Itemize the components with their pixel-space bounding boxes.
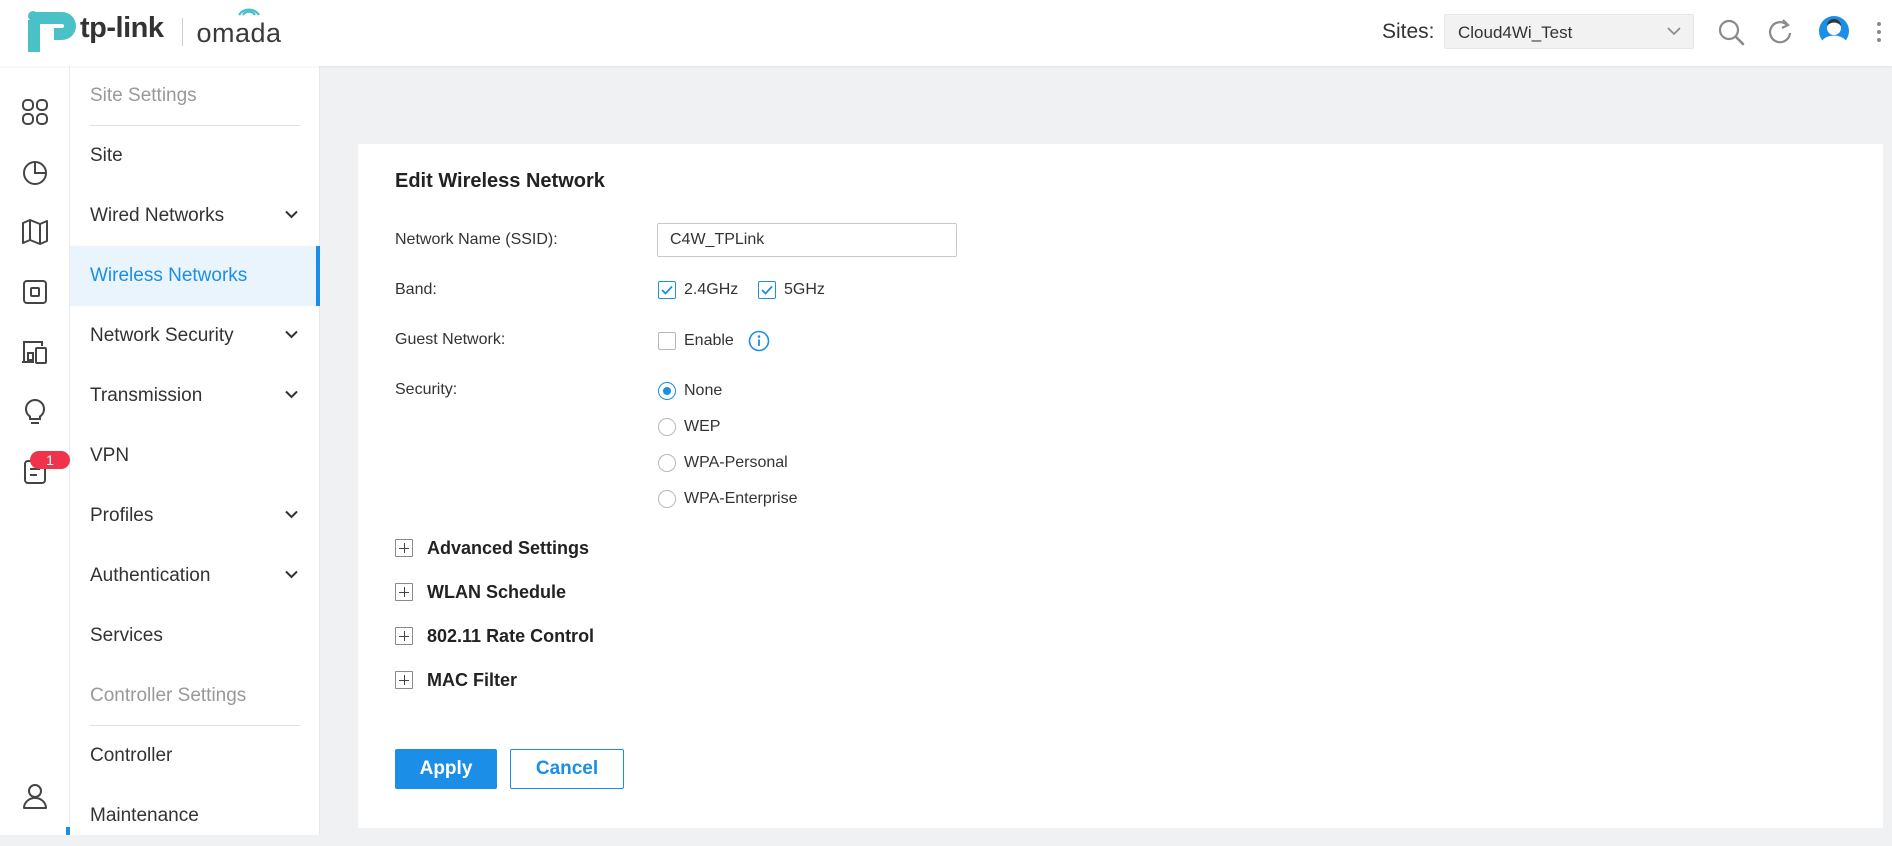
clients-icon[interactable] [20, 337, 50, 367]
cancel-button[interactable]: Cancel [510, 749, 624, 789]
edit-wireless-network-card: Edit Wireless Network Network Name (SSID… [358, 144, 1883, 828]
menu-item-vpn[interactable]: VPN [70, 426, 320, 486]
security-option-label[interactable]: WPA-Enterprise [684, 490, 798, 508]
menu-item-transmission[interactable]: Transmission [70, 366, 320, 426]
menu-section-label: Site Settings [90, 85, 197, 106]
menu-item-label: Profiles [90, 505, 154, 526]
menu-item-wireless-networks[interactable]: Wireless Networks [70, 246, 320, 306]
logo-product: omada [196, 8, 282, 48]
section-label: MAC Filter [427, 669, 517, 690]
sites-label: Sites: [1382, 20, 1435, 43]
logo-divider [181, 18, 183, 46]
security-option-label[interactable]: None [684, 382, 722, 400]
menu-item-label: Transmission [90, 385, 203, 406]
user-avatar-icon[interactable] [1818, 15, 1850, 47]
chevron-down-icon [285, 210, 298, 219]
chevron-down-icon [285, 330, 298, 339]
security-label: Security: [395, 381, 458, 398]
ssid-label: Network Name (SSID): [395, 231, 558, 248]
statistics-icon[interactable] [20, 157, 50, 187]
menu-item-label: VPN [90, 445, 130, 466]
section-label: 802.11 Rate Control [427, 625, 595, 646]
advanced-settings-toggle[interactable]: Advanced Settings [395, 537, 589, 559]
ssid-input[interactable] [657, 223, 957, 257]
logo-product-text: omada [196, 17, 282, 48]
icon-navigation-bar: 1 [0, 66, 70, 835]
menu-item-label: Wireless Networks [90, 265, 248, 286]
expand-plus-icon [395, 671, 413, 689]
security-none-radio[interactable] [658, 382, 676, 400]
top-header: tp-link omada Sites: Cloud4Wi_Test [0, 0, 1892, 66]
security-wpa-enterprise-radio[interactable] [658, 490, 676, 508]
wlan-schedule-toggle[interactable]: WLAN Schedule [395, 581, 566, 603]
menu-section-label: Controller Settings [90, 685, 247, 706]
chevron-down-icon [285, 510, 298, 519]
notification-badge[interactable]: 1 [30, 451, 70, 469]
section-label: Advanced Settings [427, 537, 590, 558]
tp-link-omada-logo[interactable]: tp-link omada [22, 6, 282, 58]
expand-plus-icon [395, 627, 413, 645]
insight-icon[interactable] [20, 397, 50, 427]
chevron-down-icon [285, 390, 298, 399]
menu-section-site-settings: Site Settings [70, 66, 320, 126]
checkmark-icon [661, 285, 673, 295]
page-title: Edit Wireless Network [395, 170, 605, 192]
checkmark-icon [761, 285, 773, 295]
chevron-down-icon [285, 570, 298, 579]
menu-item-network-security[interactable]: Network Security [70, 306, 320, 366]
settings-side-menu: Site Settings Site Wired Networks Wirele… [70, 66, 320, 835]
expand-plus-icon [395, 583, 413, 601]
search-icon[interactable] [1716, 17, 1746, 47]
band-label: Band: [395, 281, 437, 298]
mac-filter-toggle[interactable]: MAC Filter [395, 669, 517, 691]
section-label: WLAN Schedule [427, 581, 567, 602]
omada-signal-icon [237, 8, 260, 16]
info-icon[interactable] [748, 330, 770, 352]
band-5ghz-checkbox[interactable] [758, 281, 776, 299]
menu-item-label: Maintenance [90, 805, 199, 826]
sites-selected-value: Cloud4Wi_Test [1458, 23, 1573, 42]
apply-button[interactable]: Apply [395, 749, 497, 789]
sites-dropdown[interactable]: Cloud4Wi_Test [1444, 14, 1694, 49]
guest-network-label: Guest Network: [395, 331, 506, 348]
menu-item-wired-networks[interactable]: Wired Networks [70, 186, 320, 246]
security-option-label[interactable]: WPA-Personal [684, 454, 788, 472]
more-vertical-icon[interactable] [1874, 17, 1884, 47]
menu-section-controller-settings: Controller Settings [70, 666, 320, 726]
refresh-icon[interactable] [1765, 17, 1795, 47]
map-icon[interactable] [20, 217, 50, 247]
band-5ghz-label[interactable]: 5GHz [784, 281, 825, 299]
band-2-4ghz-label[interactable]: 2.4GHz [684, 281, 738, 299]
band-2-4ghz-checkbox[interactable] [658, 281, 676, 299]
chevron-down-icon [1667, 27, 1681, 36]
devices-icon[interactable] [20, 277, 50, 307]
menu-item-authentication[interactable]: Authentication [70, 546, 320, 606]
menu-item-label: Site [90, 145, 123, 166]
logo-brand-text: tp-link [80, 11, 164, 44]
menu-item-maintenance[interactable]: Maintenance [70, 786, 320, 846]
menu-item-controller[interactable]: Controller [70, 726, 320, 786]
account-icon[interactable] [20, 781, 50, 811]
guest-network-enable-label[interactable]: Enable [684, 332, 734, 350]
menu-item-site[interactable]: Site [70, 126, 320, 186]
guest-network-checkbox[interactable] [658, 332, 676, 350]
security-wep-radio[interactable] [658, 418, 676, 436]
dashboard-icon[interactable] [20, 97, 50, 127]
menu-item-label: Controller [90, 745, 173, 766]
menu-item-label: Authentication [90, 565, 211, 586]
menu-item-label: Services [90, 625, 163, 646]
tp-link-logo-icon [22, 6, 76, 52]
expand-plus-icon [395, 539, 413, 557]
security-option-label[interactable]: WEP [684, 418, 720, 436]
rate-control-toggle[interactable]: 802.11 Rate Control [395, 625, 594, 647]
menu-item-label: Wired Networks [90, 205, 225, 226]
menu-item-profiles[interactable]: Profiles [70, 486, 320, 546]
menu-item-services[interactable]: Services [70, 606, 320, 666]
security-wpa-personal-radio[interactable] [658, 454, 676, 472]
menu-item-label: Network Security [90, 325, 234, 346]
